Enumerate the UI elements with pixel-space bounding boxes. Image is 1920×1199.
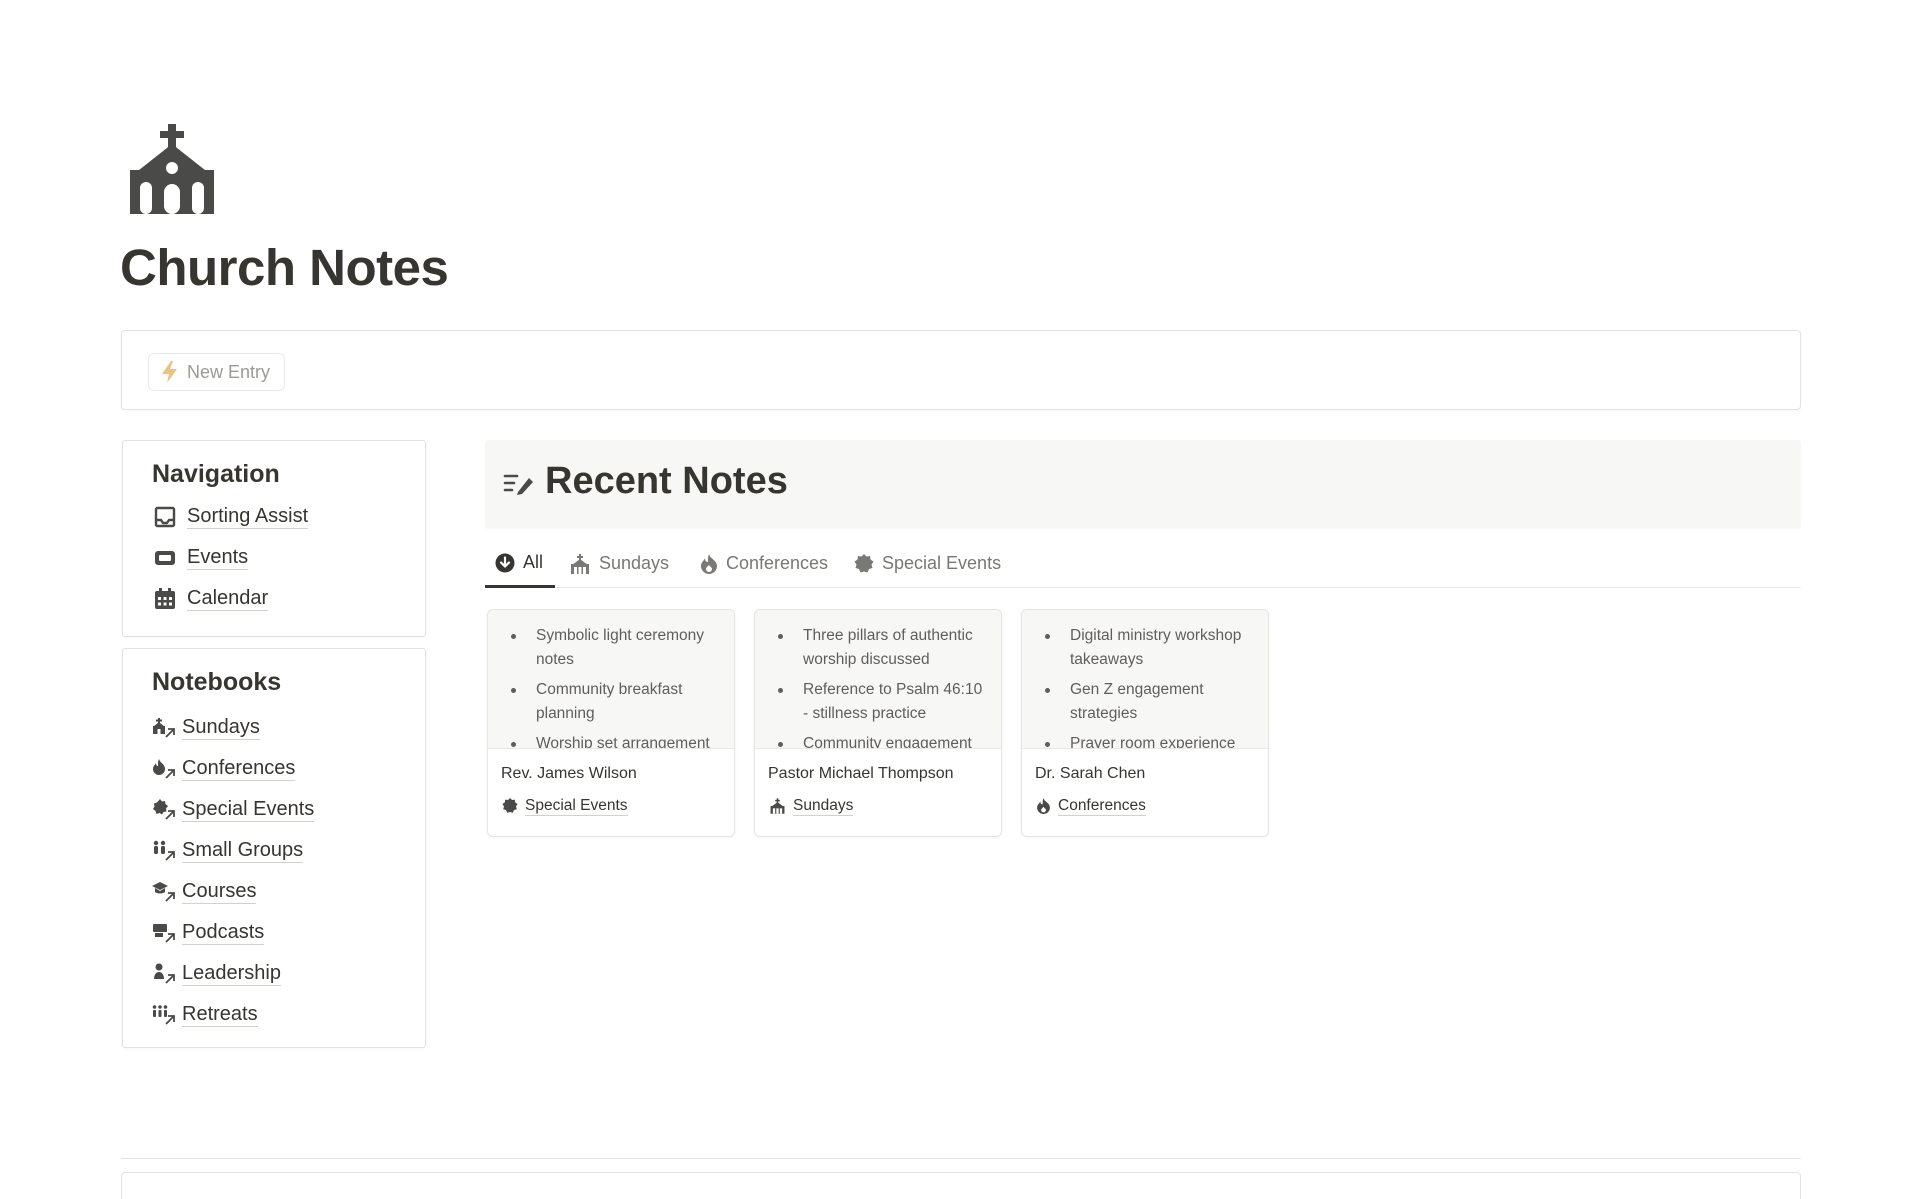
new-entry-button[interactable]: New Entry <box>148 353 286 391</box>
note-bullet: Worship set arrangement <box>488 732 734 748</box>
note-tag-label: Special Events <box>525 797 628 816</box>
divider <box>121 1158 1801 1159</box>
nav-item-events[interactable]: Events <box>153 546 249 570</box>
notebook-item-label: Courses <box>182 880 257 904</box>
notebook-item-label: Small Groups <box>182 839 304 863</box>
page: Church Notes New Entry Navigation Sortin… <box>0 0 1920 1199</box>
new-entry-label: New Entry <box>187 361 271 382</box>
church-icon <box>130 124 214 214</box>
badge-icon <box>854 553 874 572</box>
tab-all[interactable]: All <box>485 540 555 588</box>
graduation-link-icon <box>152 882 175 902</box>
flame-icon <box>1037 798 1050 815</box>
note-preview: Symbolic light ceremony notes Community … <box>488 610 734 749</box>
recent-notes-tabs: All Sundays Conferences Special Events <box>485 540 1801 588</box>
note-bullet: Digital ministry workshop takeaways <box>1022 624 1268 672</box>
note-card[interactable]: Digital ministry workshop takeaways Gen … <box>1021 609 1269 837</box>
notebook-item-podcasts[interactable]: Podcasts <box>152 921 265 945</box>
page-title: Church Notes <box>120 239 449 296</box>
tab-label: Conferences <box>726 553 829 573</box>
inbox-icon <box>154 506 176 528</box>
nav-item-label: Sorting Assist <box>187 505 309 529</box>
microphone-link-icon <box>153 924 175 943</box>
lightning-icon <box>162 361 177 383</box>
navigation-card: Navigation Sorting Assist Events Calenda… <box>122 440 426 637</box>
notebook-item-label: Conferences <box>182 757 296 781</box>
tab-conferences[interactable]: Conferences <box>690 540 838 587</box>
note-bullet: Gen Z engagement strategies <box>1022 678 1268 726</box>
tab-label: All <box>523 552 544 572</box>
note-tag-label: Sundays <box>793 797 854 816</box>
notebooks-card: Notebooks Sundays Conferences Special Ev <box>122 648 426 1048</box>
note-author: Rev. James Wilson <box>501 765 637 782</box>
church-link-icon <box>153 718 175 738</box>
tab-sundays[interactable]: Sundays <box>559 540 679 587</box>
people-link-icon <box>153 840 175 861</box>
notebook-item-leadership[interactable]: Leadership <box>152 962 281 986</box>
badge-link-icon <box>153 799 175 820</box>
person-link-icon <box>154 963 175 984</box>
recent-notes-header: Recent Notes <box>485 440 1801 529</box>
footer-block <box>121 1172 1801 1199</box>
note-bullet: Three pillars of authentic worship discu… <box>755 624 1001 672</box>
tab-label: Special Events <box>882 553 1002 573</box>
note-card[interactable]: Three pillars of authentic worship discu… <box>754 609 1002 837</box>
note-preview: Digital ministry workshop takeaways Gen … <box>1022 610 1268 749</box>
note-tag[interactable]: Special Events <box>502 797 628 816</box>
tab-special-events[interactable]: Special Events <box>844 540 1011 587</box>
tab-label: Sundays <box>599 553 670 573</box>
flame-link-icon <box>153 759 175 779</box>
notebook-item-small-groups[interactable]: Small Groups <box>152 839 304 863</box>
notebook-item-label: Podcasts <box>182 921 265 945</box>
note-bullet: Community breakfast planning <box>488 678 734 726</box>
notebook-item-conferences[interactable]: Conferences <box>152 757 296 781</box>
new-entry-bar: New Entry <box>121 330 1801 410</box>
notebook-item-courses[interactable]: Courses <box>152 880 257 904</box>
note-author: Pastor Michael Thompson <box>768 765 954 782</box>
notebook-item-label: Retreats <box>182 1003 258 1027</box>
notebooks-heading: Notebooks <box>152 668 282 696</box>
nav-item-label: Calendar <box>187 587 269 611</box>
note-tag[interactable]: Sundays <box>769 797 854 816</box>
group-link-icon <box>152 1005 175 1025</box>
notebook-item-label: Sundays <box>182 716 260 740</box>
note-bullet: Reference to Psalm 46:10 - stillness pra… <box>755 678 1001 726</box>
notebook-item-retreats[interactable]: Retreats <box>152 1003 258 1027</box>
note-author: Dr. Sarah Chen <box>1035 765 1146 782</box>
note-bullet: Community engagement <box>755 732 1001 748</box>
note-preview: Three pillars of authentic worship discu… <box>755 610 1001 749</box>
recent-notes-heading: Recent Notes <box>545 460 788 502</box>
note-bullet: Symbolic light ceremony notes <box>488 624 734 672</box>
church-icon <box>571 553 589 574</box>
ticket-icon <box>155 551 175 565</box>
arrow-down-circle-icon <box>495 553 515 572</box>
note-tag[interactable]: Conferences <box>1036 797 1146 816</box>
navigation-heading: Navigation <box>152 460 280 488</box>
church-icon <box>770 798 785 815</box>
nav-item-label: Events <box>187 546 249 570</box>
badge-icon <box>502 798 518 814</box>
nav-item-sorting-assist[interactable]: Sorting Assist <box>153 505 309 529</box>
note-card[interactable]: Symbolic light ceremony notes Community … <box>487 609 735 837</box>
calendar-icon <box>155 588 175 609</box>
notebook-item-sundays[interactable]: Sundays <box>152 716 260 740</box>
notebook-item-label: Leadership <box>182 962 281 986</box>
note-tag-label: Conferences <box>1058 797 1146 816</box>
notebook-item-special-events[interactable]: Special Events <box>152 798 315 822</box>
flame-icon <box>701 553 717 574</box>
edit-lines-icon <box>503 474 533 495</box>
notebook-item-label: Special Events <box>182 798 315 822</box>
note-bullet: Prayer room experience <box>1022 732 1268 748</box>
nav-item-calendar[interactable]: Calendar <box>153 587 269 611</box>
